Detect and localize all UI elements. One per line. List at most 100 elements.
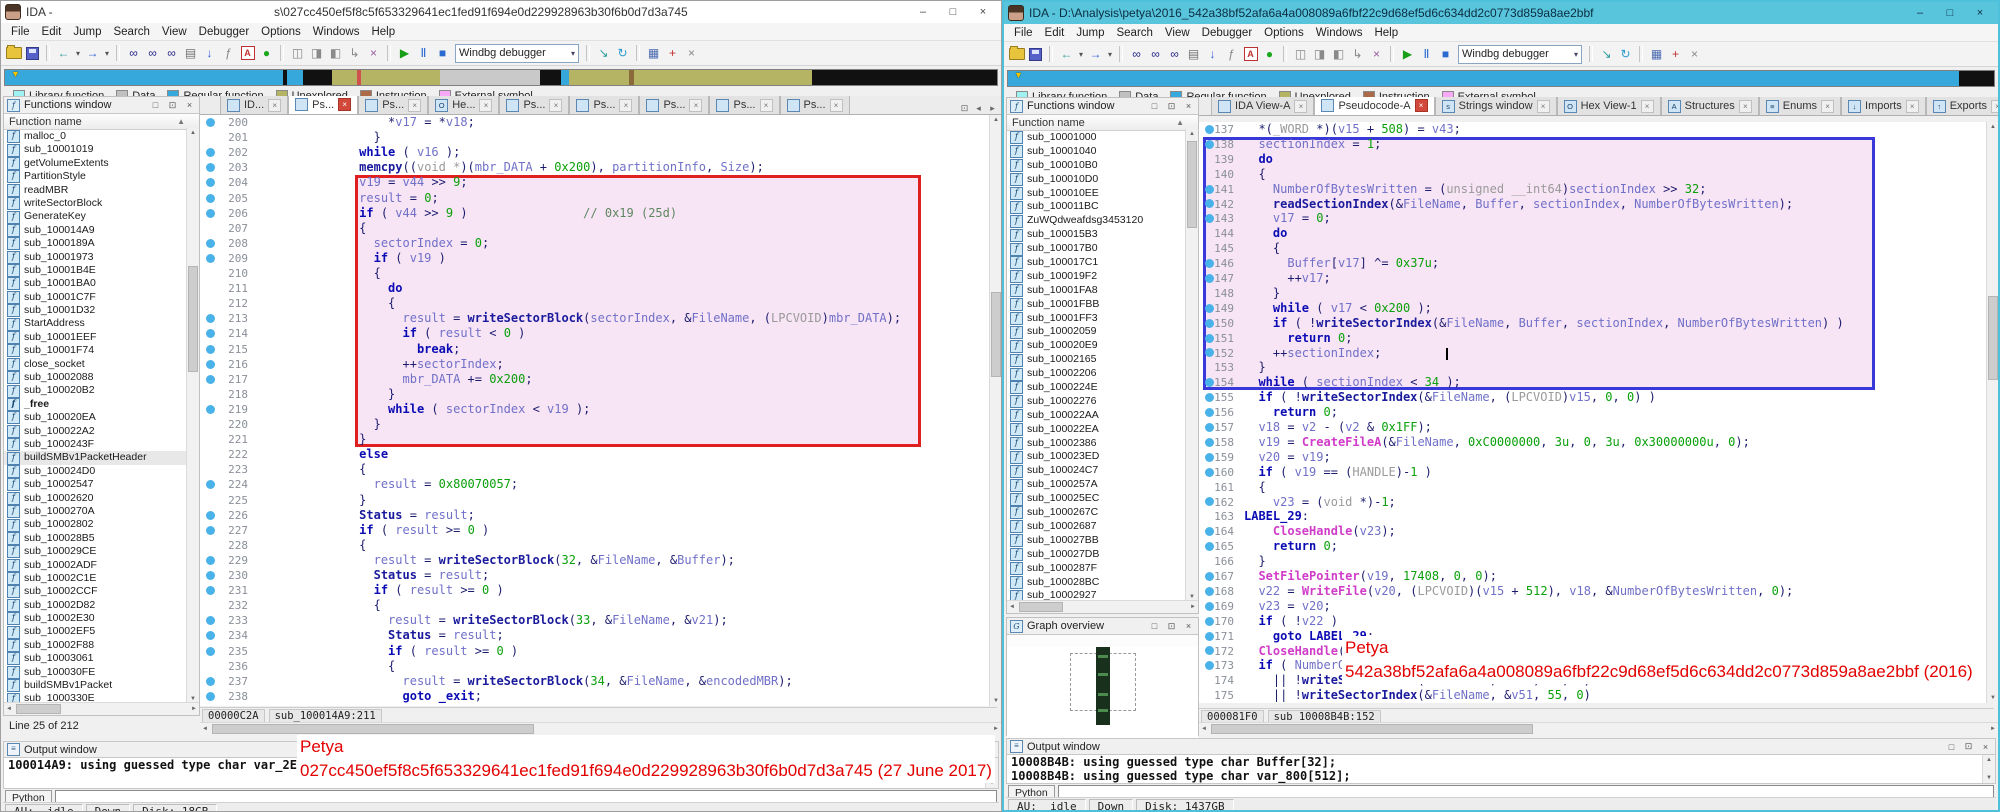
function-list-item[interactable]: fsub_100022EA xyxy=(1007,423,1198,437)
function-list-item[interactable]: fsub_100020EA xyxy=(4,411,199,424)
function-list-item[interactable]: fsub_100019F2 xyxy=(1007,270,1198,284)
function-list-hscrollbar[interactable]: ◄► xyxy=(4,702,199,715)
function-list-item[interactable]: fsub_10002206 xyxy=(1007,367,1198,381)
panel-maximize-button[interactable]: □ xyxy=(1148,620,1161,632)
tab-close-icon[interactable]: × xyxy=(1641,100,1654,113)
maximize-button[interactable]: □ xyxy=(939,4,967,21)
function-list-item[interactable]: fsub_100023ED xyxy=(1007,450,1198,464)
search-sequence-icon[interactable]: ∞ xyxy=(1166,45,1183,63)
code-line[interactable]: 212 { xyxy=(200,296,1001,311)
function-name-column-header[interactable]: Function name▲ xyxy=(4,114,199,130)
panel-maximize-button[interactable]: □ xyxy=(149,99,162,111)
refresh-memory-icon[interactable]: ↻ xyxy=(614,44,631,62)
function-list-item[interactable]: fsub_100014A9 xyxy=(4,224,199,237)
tab-ps-[interactable]: Ps...× xyxy=(780,96,850,114)
function-list-item[interactable]: fsub_10002ADF xyxy=(4,559,199,572)
code-line[interactable]: 145 { xyxy=(1199,241,1998,256)
panel-float-button[interactable]: ⊡ xyxy=(1165,100,1178,112)
tab-scroll-left-icon[interactable]: ◂ xyxy=(972,102,985,114)
save-icon[interactable] xyxy=(24,44,41,62)
navigate-back-icon[interactable]: ← xyxy=(1058,45,1075,63)
navigation-band[interactable]: ▼ xyxy=(4,69,998,86)
function-list-item[interactable]: fStartAddress xyxy=(4,317,199,330)
function-list-item[interactable]: fsub_10001D32 xyxy=(4,304,199,317)
scroll-thumb[interactable] xyxy=(1211,724,1533,734)
tab-close-icon[interactable]: × xyxy=(268,99,281,112)
windows-list-icon[interactable]: ▦ xyxy=(645,44,662,62)
tab-close-icon[interactable]: × xyxy=(1294,100,1307,113)
tab-close-icon[interactable]: × xyxy=(1415,99,1428,112)
function-list-item[interactable]: fsub_100024D0 xyxy=(4,465,199,478)
scroll-left-icon[interactable]: ◄ xyxy=(200,723,210,735)
menu-help[interactable]: Help xyxy=(1368,27,1404,39)
function-list-item[interactable]: fsub_100027DB xyxy=(1007,548,1198,562)
code-line[interactable]: 148 } xyxy=(1199,286,1998,301)
menu-file[interactable]: File xyxy=(5,26,36,38)
function-list-item[interactable]: fclose_socket xyxy=(4,358,199,371)
function-list-item[interactable]: fsub_10001FF3 xyxy=(1007,312,1198,326)
code-line[interactable]: 156 return 0; xyxy=(1199,405,1998,420)
code-line[interactable]: 161 { xyxy=(1199,480,1998,495)
function-list-item[interactable]: fsub_10002C1E xyxy=(4,572,199,585)
menu-jump[interactable]: Jump xyxy=(67,26,107,38)
code-line[interactable]: 232 { xyxy=(200,598,1001,613)
code-line[interactable]: 224 result = 0x80070057; xyxy=(200,477,1001,492)
scroll-up-icon[interactable]: ▲ xyxy=(187,128,199,138)
code-line[interactable]: 144 do xyxy=(1199,226,1998,241)
tab-close-icon[interactable]: × xyxy=(479,99,492,112)
minimize-button[interactable]: – xyxy=(1906,5,1934,22)
delete-breakpoint-icon[interactable]: × xyxy=(683,44,700,62)
attach-icon[interactable]: ↘ xyxy=(1598,45,1615,63)
minimize-button[interactable]: – xyxy=(909,4,937,21)
code-line[interactable]: 155 if ( !writeSectorIndex(&FileName, (L… xyxy=(1199,390,1998,405)
code-line[interactable]: 139 do xyxy=(1199,152,1998,167)
function-list-item[interactable]: fPartitionStyle xyxy=(4,170,199,183)
function-list-item[interactable]: fsub_10001C7F xyxy=(4,291,199,304)
code-line[interactable]: 158 v19 = CreateFileA(&FileName, 0xC0000… xyxy=(1199,435,1998,450)
debug-registers-icon[interactable]: ◨ xyxy=(308,44,325,62)
function-list-item[interactable]: fsub_10001019 xyxy=(4,143,199,156)
detach-debugger-icon[interactable]: × xyxy=(365,44,382,62)
function-list-item[interactable]: fwriteSectorBlock xyxy=(4,197,199,210)
function-list-item[interactable]: fsub_1000287F xyxy=(1007,562,1198,576)
panel-float-button[interactable]: ⊡ xyxy=(1962,741,1975,753)
analysis-indicator-icon[interactable]: ● xyxy=(1261,45,1278,63)
code-line[interactable]: 231 if ( result >= 0 ) xyxy=(200,583,1001,598)
navigate-forward-icon[interactable]: → xyxy=(1087,45,1104,63)
function-list-item[interactable]: fsub_100017B0 xyxy=(1007,242,1198,256)
function-list-item[interactable]: fZuWQdweafdsg3453120 xyxy=(1007,214,1198,228)
code-line[interactable]: 162 v23 = (void *)-1; xyxy=(1199,495,1998,510)
code-line[interactable]: 150 if ( !writeSectorIndex(&FileName, Bu… xyxy=(1199,316,1998,331)
panel-float-button[interactable]: ⊡ xyxy=(1165,620,1178,632)
forward-history-icon[interactable]: ▾ xyxy=(1106,45,1114,63)
add-breakpoint-icon[interactable]: + xyxy=(1667,45,1684,63)
navigate-forward-icon[interactable]: → xyxy=(84,44,101,62)
menu-search[interactable]: Search xyxy=(107,26,155,38)
function-list-item[interactable]: fsub_100010B0 xyxy=(1007,159,1198,173)
tab-scroll-right-icon[interactable]: ▸ xyxy=(986,102,999,114)
function-list-item[interactable]: fsub_10002547 xyxy=(4,478,199,491)
stop-process-icon[interactable]: ■ xyxy=(434,44,451,62)
search-text-icon[interactable]: ∞ xyxy=(144,44,161,62)
code-line[interactable]: 206 if ( v44 >> 9 ) // 0x19 (25d) xyxy=(200,206,1001,221)
code-line[interactable]: 203 memcpy((void *)(mbr_DATA + 0x200), p… xyxy=(200,160,1001,175)
menu-search[interactable]: Search xyxy=(1110,27,1158,39)
pseudocode-view[interactable]: 200 *v17 = *v18;201 }202 while ( v16 );2… xyxy=(200,115,1001,706)
segments-icon[interactable]: ▤ xyxy=(1185,45,1202,63)
code-line[interactable]: 153 } xyxy=(1199,360,1998,375)
function-list-item[interactable]: fsub_100015B3 xyxy=(1007,228,1198,242)
menu-jump[interactable]: Jump xyxy=(1070,27,1110,39)
code-line[interactable]: 208 sectorIndex = 0; xyxy=(200,236,1001,251)
code-line[interactable]: 167 SetFilePointer(v19, 17408, 0, 0); xyxy=(1199,569,1998,584)
function-list-item[interactable]: fsub_100010D0 xyxy=(1007,173,1198,187)
menu-edit[interactable]: Edit xyxy=(1039,27,1071,39)
tab-pseudocode-a[interactable]: Pseudocode-A× xyxy=(1314,97,1434,115)
scroll-right-icon[interactable]: ► xyxy=(991,723,1001,735)
function-list-item[interactable]: fsub_100022A2 xyxy=(4,425,199,438)
function-list-item[interactable]: fsub_10002CCF xyxy=(4,585,199,598)
function-list-item[interactable]: fsub_10002059 xyxy=(1007,325,1198,339)
tab-ps-[interactable]: Ps...× xyxy=(499,96,569,114)
start-process-icon[interactable]: ▶ xyxy=(396,44,413,62)
function-list-item[interactable]: fsub_100020E9 xyxy=(1007,339,1198,353)
code-line[interactable]: 159 v20 = v19; xyxy=(1199,450,1998,465)
